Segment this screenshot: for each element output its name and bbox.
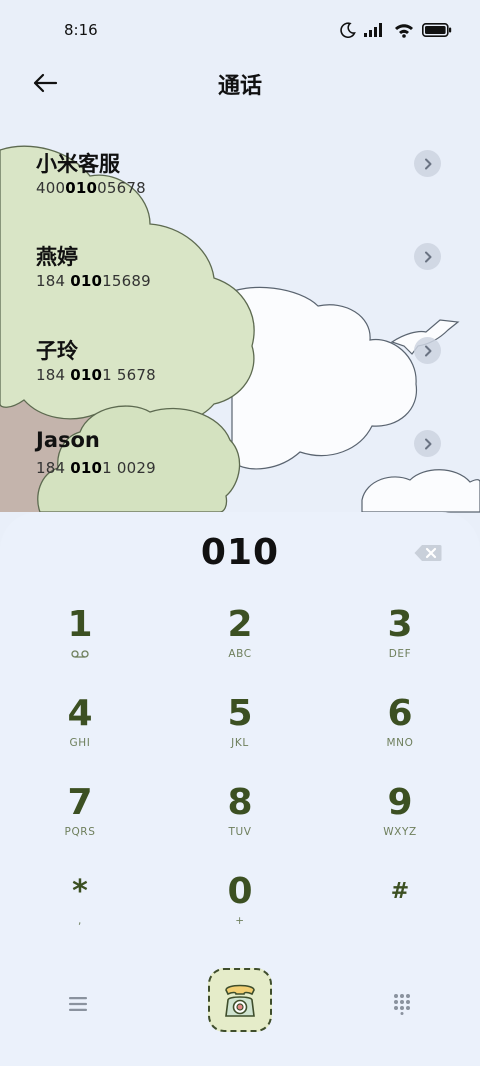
contact-name: 燕婷 bbox=[36, 245, 78, 269]
key-2[interactable]: 2 ABC bbox=[175, 604, 305, 684]
menu-icon bbox=[69, 997, 87, 1011]
number-suffix: 1 0029 bbox=[102, 459, 156, 477]
backspace-icon bbox=[414, 545, 442, 561]
contact-detail-button[interactable] bbox=[414, 150, 441, 177]
status-icons bbox=[340, 22, 452, 38]
telephone-icon bbox=[225, 984, 255, 1017]
key-letters: JKL bbox=[231, 737, 249, 749]
keypad-grid-icon bbox=[394, 994, 410, 1015]
chevron-right-icon bbox=[424, 438, 431, 449]
keypad-toggle-button[interactable] bbox=[386, 988, 418, 1020]
contact-number: 40001005678 bbox=[36, 179, 146, 197]
status-time: 8:16 bbox=[64, 21, 98, 39]
contact-row[interactable]: Jason 184 0101 0029 bbox=[0, 420, 480, 500]
number-match: 010 bbox=[70, 272, 103, 290]
key-3[interactable]: 3 DEF bbox=[335, 604, 465, 684]
key-digit: * bbox=[72, 874, 88, 909]
header: 通话 bbox=[0, 62, 480, 106]
number-match: 010 bbox=[65, 179, 98, 197]
key-letters: DEF bbox=[388, 648, 412, 660]
contact-name: 小米客服 bbox=[36, 152, 120, 176]
key-8[interactable]: 8 TUV bbox=[175, 782, 305, 862]
key-letters: ABC bbox=[228, 648, 252, 660]
key-letters: WXYZ bbox=[383, 826, 417, 838]
contact-number: 184 01015689 bbox=[36, 272, 151, 290]
contact-row[interactable]: 小米客服 40001005678 bbox=[0, 140, 480, 220]
key-digit: 9 bbox=[387, 782, 413, 823]
chevron-right-icon bbox=[424, 251, 431, 262]
key-digit: 3 bbox=[387, 604, 413, 645]
key-hash[interactable]: # bbox=[335, 871, 465, 951]
key-letters: , bbox=[78, 915, 82, 927]
contact-detail-button[interactable] bbox=[414, 243, 441, 270]
moon-icon bbox=[340, 22, 356, 38]
contact-number: 184 0101 0029 bbox=[36, 459, 156, 477]
wifi-icon bbox=[395, 23, 413, 38]
key-digit: 1 bbox=[67, 604, 93, 645]
call-button[interactable] bbox=[208, 968, 272, 1032]
number-suffix: 1 5678 bbox=[102, 366, 156, 384]
menu-button[interactable] bbox=[62, 988, 94, 1020]
key-digit: 2 bbox=[227, 604, 253, 645]
key-letters: TUV bbox=[228, 826, 252, 838]
key-4[interactable]: 4 GHI bbox=[15, 693, 145, 773]
backspace-button[interactable] bbox=[414, 544, 442, 562]
key-star[interactable]: * , bbox=[15, 871, 145, 951]
voicemail-icon bbox=[71, 650, 89, 658]
chevron-right-icon bbox=[424, 345, 431, 356]
key-1[interactable]: 1 bbox=[15, 604, 145, 684]
page-title: 通话 bbox=[217, 74, 262, 99]
key-0[interactable]: 0 + bbox=[175, 871, 305, 951]
key-letters: PQRS bbox=[64, 826, 96, 838]
battery-icon bbox=[422, 23, 452, 37]
key-digit: 6 bbox=[387, 693, 413, 734]
contact-name: 子玲 bbox=[36, 339, 78, 363]
number-prefix: 184 bbox=[36, 272, 71, 290]
key-digit: # bbox=[390, 879, 410, 904]
key-letters: MNO bbox=[386, 737, 414, 749]
dialer-panel: 010 1 2 ABC 3 DEF 4 GHI 5 JKL 6 MNO 7 PQ… bbox=[0, 512, 480, 1066]
number-prefix: 400 bbox=[36, 179, 66, 197]
key-letters: + bbox=[235, 915, 245, 927]
key-digit: 5 bbox=[227, 693, 253, 734]
dialed-number[interactable]: 010 bbox=[0, 532, 480, 573]
contact-number: 184 0101 5678 bbox=[36, 366, 156, 384]
key-7[interactable]: 7 PQRS bbox=[15, 782, 145, 862]
key-digit: 4 bbox=[67, 693, 93, 734]
number-prefix: 184 bbox=[36, 459, 71, 477]
key-digit: 0 bbox=[227, 871, 253, 912]
chevron-right-icon bbox=[424, 158, 431, 169]
contact-detail-button[interactable] bbox=[414, 337, 441, 364]
status-bar: 8:16 bbox=[0, 0, 480, 62]
signal-icon bbox=[364, 23, 382, 37]
contact-name: Jason bbox=[36, 428, 100, 452]
number-prefix: 184 bbox=[36, 366, 71, 384]
contact-detail-button[interactable] bbox=[414, 430, 441, 457]
contact-row[interactable]: 燕婷 184 01015689 bbox=[0, 233, 480, 313]
number-match: 010 bbox=[70, 366, 103, 384]
contact-row[interactable]: 子玲 184 0101 5678 bbox=[0, 327, 480, 407]
key-letters: GHI bbox=[69, 737, 91, 749]
number-suffix: 05678 bbox=[97, 179, 146, 197]
key-5[interactable]: 5 JKL bbox=[175, 693, 305, 773]
dialer-bottom-bar bbox=[0, 968, 480, 1038]
number-match: 010 bbox=[70, 459, 103, 477]
key-digit: 8 bbox=[227, 782, 253, 823]
number-suffix: 15689 bbox=[102, 272, 151, 290]
key-9[interactable]: 9 WXYZ bbox=[335, 782, 465, 862]
key-6[interactable]: 6 MNO bbox=[335, 693, 465, 773]
key-digit: 7 bbox=[67, 782, 93, 823]
